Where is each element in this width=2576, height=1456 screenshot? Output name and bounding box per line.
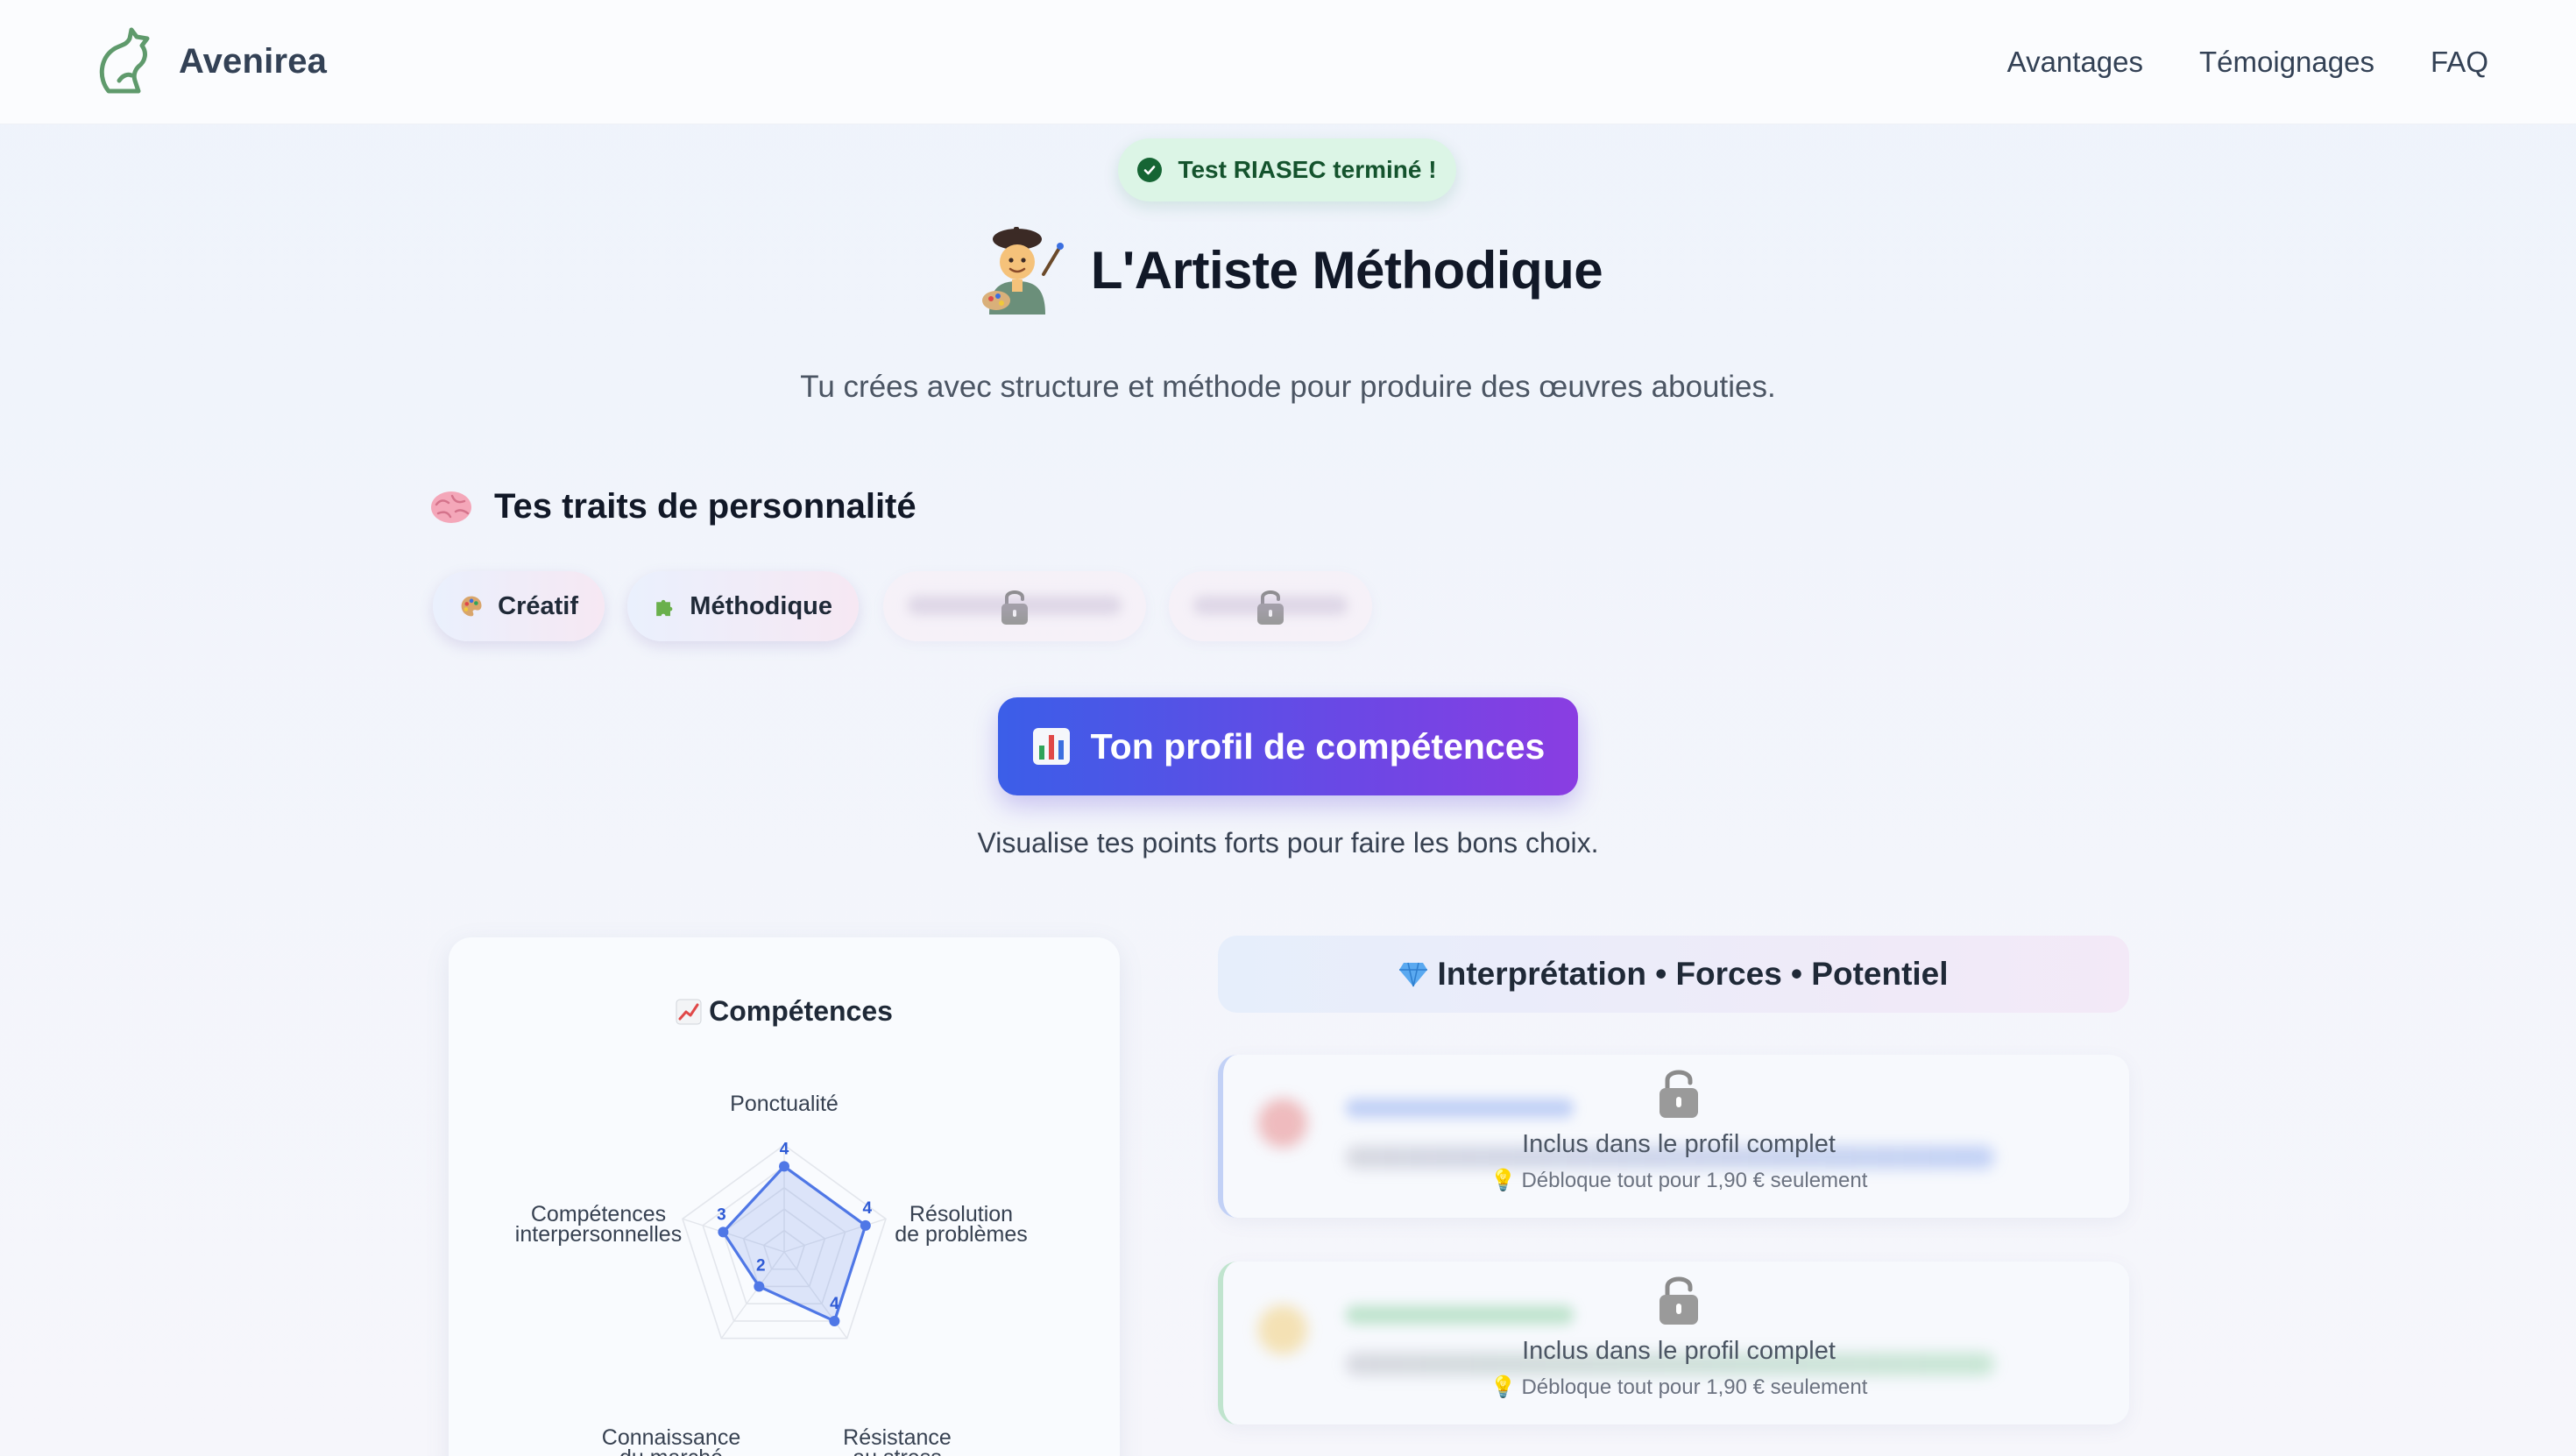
brand-name: Avenirea bbox=[179, 42, 328, 81]
traits-title: Tes traits de personnalité bbox=[494, 487, 916, 526]
skills-profile-button[interactable]: Ton profil de compétences bbox=[998, 697, 1578, 795]
radar-value-label: 4 bbox=[780, 1140, 789, 1158]
cta-label: Ton profil de compétences bbox=[1090, 725, 1546, 767]
interpretation-title: Interprétation • Forces • Potentiel bbox=[1437, 956, 1949, 992]
lightbulb-icon: 💡 bbox=[1490, 1169, 1517, 1192]
profile-description: Tu crées avec structure et méthode pour … bbox=[800, 370, 1776, 404]
radar-value-label: 4 bbox=[830, 1295, 839, 1313]
brain-icon bbox=[431, 491, 471, 523]
traits-heading: Tes traits de personnalité bbox=[429, 487, 916, 527]
palette-icon bbox=[461, 596, 482, 617]
chart-increasing-icon bbox=[676, 999, 702, 1024]
lock-icon bbox=[1660, 1276, 1698, 1325]
interpretation-header: Interprétation • Forces • Potentiel bbox=[1218, 936, 2129, 1013]
trait-chip-methodique: Méthodique bbox=[627, 571, 859, 641]
radar-point bbox=[860, 1219, 871, 1231]
trait-label: Méthodique bbox=[690, 591, 832, 620]
nav-link-faq[interactable]: FAQ bbox=[2431, 46, 2488, 79]
blurred-trait bbox=[908, 596, 1122, 615]
artist-emoji bbox=[981, 227, 1064, 315]
radar-value-label: 4 bbox=[863, 1199, 873, 1218]
profile-title: L'Artiste Méthodique bbox=[1090, 240, 1603, 300]
radar-axis-label: au stress bbox=[853, 1445, 941, 1456]
check-circle-icon bbox=[1137, 158, 1163, 182]
gem-icon bbox=[1399, 962, 1428, 987]
unlock-hint: 💡 Débloque tout pour 1,90 € seulement bbox=[1490, 1375, 1868, 1400]
radar-axis-label: interpersonnelles bbox=[515, 1222, 682, 1247]
lock-text: Inclus dans le profil complet bbox=[1522, 1337, 1836, 1365]
brand[interactable]: Avenirea bbox=[96, 26, 327, 98]
lock-overlay: Inclus dans le profil complet 💡 Débloque… bbox=[1223, 1055, 2129, 1218]
bar-chart-icon bbox=[1032, 728, 1070, 765]
main-nav: Avantages Témoignages FAQ bbox=[2007, 46, 2488, 79]
test-complete-badge: Test RIASEC terminé ! bbox=[1118, 138, 1456, 201]
lightbulb-icon: 💡 bbox=[1490, 1375, 1517, 1399]
lock-icon bbox=[1660, 1070, 1698, 1118]
radar-point bbox=[779, 1161, 789, 1172]
logo-icon bbox=[99, 27, 150, 93]
nav-link-temoignages[interactable]: Témoignages bbox=[2199, 46, 2374, 79]
radar-point bbox=[829, 1315, 840, 1326]
skills-card-title: Compétences bbox=[449, 995, 1120, 1028]
radar-axis-label: Ponctualité bbox=[730, 1092, 839, 1116]
puzzle-icon bbox=[656, 599, 673, 617]
trait-chip-creatif: Créatif bbox=[433, 571, 605, 641]
lock-overlay: Inclus dans le profil complet 💡 Débloque… bbox=[1223, 1262, 2129, 1424]
blurred-trait bbox=[1193, 596, 1348, 615]
trait-label: Créatif bbox=[498, 591, 578, 620]
radar-value-label: 2 bbox=[756, 1256, 766, 1275]
locked-interpretation-card[interactable]: Inclus dans le profil complet 💡 Débloque… bbox=[1218, 1055, 2129, 1218]
radar-point bbox=[718, 1226, 729, 1238]
radar-axis-label: du marché bbox=[619, 1445, 723, 1456]
trait-chip-locked bbox=[883, 571, 1146, 641]
profile-title-row: L'Artiste Méthodique bbox=[0, 217, 2576, 322]
unlock-hint: 💡 Débloque tout pour 1,90 € seulement bbox=[1490, 1168, 1868, 1193]
badge-label: Test RIASEC terminé ! bbox=[1178, 156, 1437, 183]
locked-strengths-card[interactable]: Inclus dans le profil complet 💡 Débloque… bbox=[1218, 1262, 2129, 1424]
cta-subtitle: Visualise tes points forts pour faire le… bbox=[977, 827, 1599, 859]
nav-link-avantages[interactable]: Avantages bbox=[2007, 46, 2143, 79]
trait-chip-locked bbox=[1169, 571, 1372, 641]
radar-value-label: 3 bbox=[717, 1205, 726, 1224]
top-navbar: Avenirea Avantages Témoignages FAQ bbox=[0, 0, 2576, 124]
lock-text: Inclus dans le profil complet bbox=[1522, 1130, 1836, 1158]
radar-point bbox=[754, 1281, 765, 1292]
skills-radar-chart: 44423PonctualitéRésolutionde problèmesRé… bbox=[515, 1092, 1028, 1456]
radar-axis-label: de problèmes bbox=[895, 1222, 1027, 1247]
